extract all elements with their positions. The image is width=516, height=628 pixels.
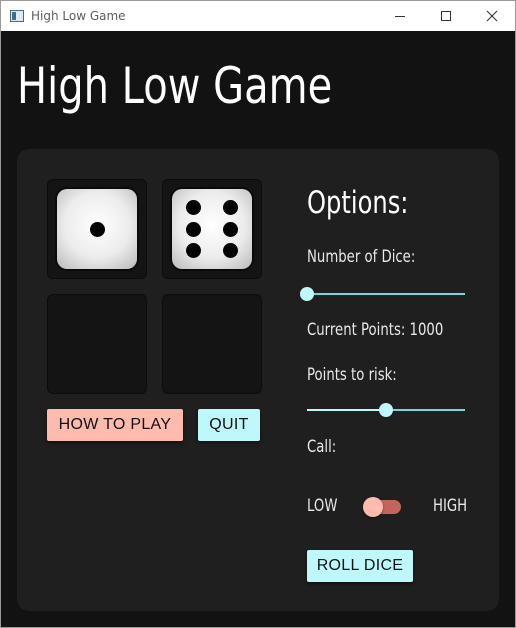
roll-dice-button[interactable]: ROLL DICE — [307, 550, 413, 582]
close-icon — [486, 10, 498, 22]
call-label: Call: — [307, 437, 337, 457]
die-pip — [186, 243, 202, 259]
client-area: High Low Game HOW TO PLAY QUIT Options: … — [1, 31, 515, 627]
maximize-button[interactable] — [423, 1, 469, 31]
die-pip — [222, 199, 238, 215]
die-pip — [186, 199, 202, 215]
title-bar: High Low Game — [1, 1, 515, 31]
slider-fill — [307, 409, 386, 411]
slider-thumb[interactable] — [379, 403, 393, 417]
die-face — [172, 189, 252, 269]
how-to-play-button[interactable]: HOW TO PLAY — [47, 409, 183, 441]
points-to-risk-label: Points to risk: — [307, 365, 397, 385]
game-panel: HOW TO PLAY QUIT Options: Number of Dice… — [17, 149, 499, 611]
minimize-button[interactable] — [377, 1, 423, 31]
app-window: High Low Game High Low Game HOW TO PLAY … — [0, 0, 516, 628]
current-points-label: Current Points: 1000 — [307, 320, 444, 340]
points-to-risk-slider[interactable] — [307, 402, 465, 418]
die-face — [57, 189, 137, 269]
slider-track — [307, 293, 465, 295]
die-pip — [222, 221, 238, 237]
toggle-knob[interactable] — [363, 497, 383, 517]
die-pip — [89, 221, 105, 237]
page-title: High Low Game — [17, 57, 333, 115]
call-toggle[interactable] — [363, 496, 405, 518]
maximize-icon — [441, 11, 451, 21]
window-title: High Low Game — [31, 9, 126, 23]
die-slot-2 — [162, 179, 262, 279]
number-of-dice-slider[interactable] — [300, 286, 465, 302]
minimize-icon — [395, 15, 405, 17]
options-heading: Options: — [307, 185, 409, 221]
die-pip — [186, 221, 202, 237]
number-of-dice-label: Number of Dice: — [307, 247, 416, 267]
die-slot-4 — [162, 294, 262, 394]
call-low-label: LOW — [307, 496, 338, 516]
die-slot-3 — [47, 294, 147, 394]
die-slot-1 — [47, 179, 147, 279]
call-high-label: HIGH — [433, 496, 468, 516]
quit-button[interactable]: QUIT — [198, 409, 260, 441]
window-app-icon — [10, 10, 24, 22]
slider-thumb[interactable] — [300, 287, 314, 301]
die-pip — [222, 243, 238, 259]
close-button[interactable] — [469, 1, 515, 31]
